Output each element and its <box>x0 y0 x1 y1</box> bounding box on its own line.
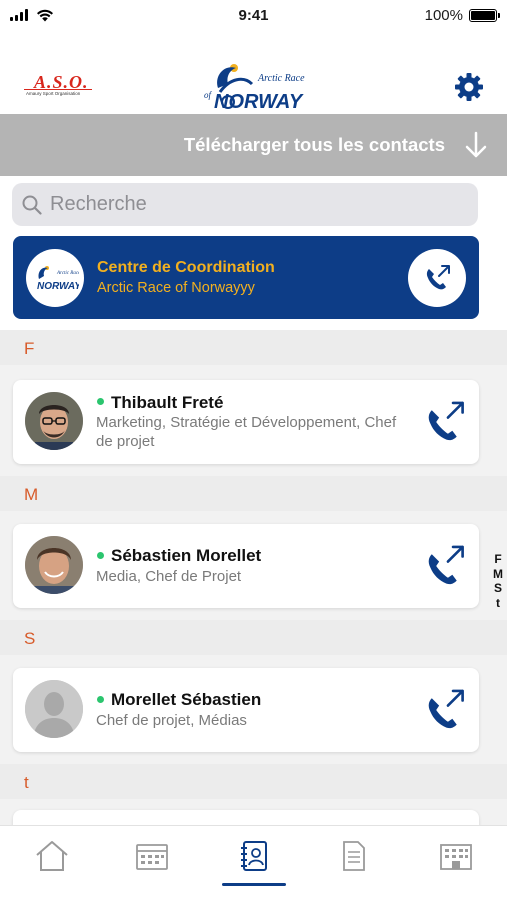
status-time: 9:41 <box>238 6 269 24</box>
avatar <box>25 392 83 450</box>
call-button[interactable] <box>421 398 469 446</box>
building-icon <box>440 844 472 870</box>
section-letter: S <box>24 629 36 648</box>
calendar-icon <box>136 844 168 870</box>
contact-card[interactable]: Thibault Freté Marketing, Stratégie et D… <box>13 380 479 464</box>
online-indicator <box>97 398 104 405</box>
coordination-title: Centre de Coordination <box>97 259 275 276</box>
section-letter: F <box>24 339 35 358</box>
contact-list[interactable]: F Thibault Freté Marketing, Stratégie et… <box>0 330 507 825</box>
status-left <box>10 9 110 22</box>
contact-role: Marketing, Stratégie et Développement, C… <box>96 414 397 450</box>
contact-name: Morellet Sébastien <box>111 690 262 709</box>
signal-icon <box>10 9 28 21</box>
contacts-icon <box>241 841 267 871</box>
battery-percent: 100% <box>424 6 463 24</box>
coordination-logo: Arctic Race NORWAY <box>26 249 84 307</box>
status-bar: 9:41 100% <box>0 0 507 30</box>
avatar-placeholder <box>25 680 83 738</box>
contact-card[interactable]: Sébastien Morellet Media, Chef de Projet <box>13 524 479 608</box>
tab-contacts[interactable] <box>224 834 284 878</box>
coordination-logo-line3: NORWAY <box>37 281 79 292</box>
call-button[interactable] <box>421 542 469 590</box>
search-icon <box>22 195 42 215</box>
coordination-call-button[interactable] <box>408 249 466 307</box>
aso-logo-subtext: Amaury Sport Organisation <box>26 91 81 96</box>
status-right: 100% <box>397 6 500 24</box>
tab-calendar[interactable] <box>122 834 182 878</box>
tab-home[interactable] <box>22 834 82 878</box>
index-letter-s[interactable]: S <box>494 581 502 596</box>
arctic-race-logo-line1: Arctic Race <box>257 73 305 84</box>
search-input[interactable] <box>50 193 450 216</box>
coordination-logo-line1: Arctic Race <box>56 271 79 276</box>
battery-icon <box>469 8 500 22</box>
index-letter-m[interactable]: M <box>493 567 503 582</box>
coordination-subtitle: Arctic Race of Norwayyy <box>97 280 255 296</box>
arctic-race-logo-line2: of <box>204 90 213 100</box>
contact-card[interactable]: Morellet Sébastien Chef de projet, Média… <box>13 668 479 752</box>
contact-role: Chef de projet, Médias <box>96 712 247 729</box>
contact-role: Media, Chef de Projet <box>96 568 242 585</box>
section-header-f: F <box>0 330 507 365</box>
wifi-icon <box>37 9 53 21</box>
tab-documents[interactable] <box>324 834 384 878</box>
avatar <box>25 536 83 594</box>
arctic-race-logo: Arctic Race of NORWAY <box>200 58 308 114</box>
document-icon <box>343 841 365 871</box>
search-bar[interactable] <box>12 183 478 226</box>
section-letter: t <box>24 773 29 792</box>
contact-card-partial[interactable] <box>13 810 479 825</box>
settings-button[interactable] <box>452 70 486 104</box>
section-header-m: M <box>0 476 507 511</box>
arctic-race-logo-line3: NORWAY <box>214 91 304 113</box>
phone-outgoing-icon <box>428 401 464 441</box>
tab-bar <box>0 825 507 900</box>
aso-logo: A.S.O. Amaury Sport Organisation <box>24 72 94 96</box>
alphabet-index[interactable]: F M S t <box>490 552 506 610</box>
gear-icon <box>455 73 483 101</box>
header: A.S.O. Amaury Sport Organisation Arctic … <box>0 50 507 114</box>
call-button[interactable] <box>421 686 469 734</box>
phone-outgoing-icon <box>428 689 464 729</box>
contact-name: Sébastien Morellet <box>111 546 262 565</box>
coordination-card[interactable]: Arctic Race NORWAY Centre de Coordinatio… <box>13 236 479 319</box>
contact-name: Thibault Freté <box>111 393 224 412</box>
online-indicator <box>97 696 104 703</box>
home-icon <box>36 841 68 871</box>
section-header-t: t <box>0 764 507 799</box>
index-letter-f[interactable]: F <box>494 552 501 567</box>
online-indicator <box>97 552 104 559</box>
section-letter: M <box>24 485 39 504</box>
tab-buildings[interactable] <box>426 834 486 878</box>
download-all-contacts-button[interactable]: Télécharger tous les contacts <box>0 114 507 176</box>
phone-outgoing-icon <box>428 545 464 585</box>
index-letter-t[interactable]: t <box>496 596 500 611</box>
section-header-s: S <box>0 620 507 655</box>
download-all-contacts-label: Télécharger tous les contacts <box>183 134 445 155</box>
phone-outgoing-icon <box>426 265 450 290</box>
active-tab-indicator <box>222 883 286 886</box>
arrow-down-icon <box>465 131 487 158</box>
